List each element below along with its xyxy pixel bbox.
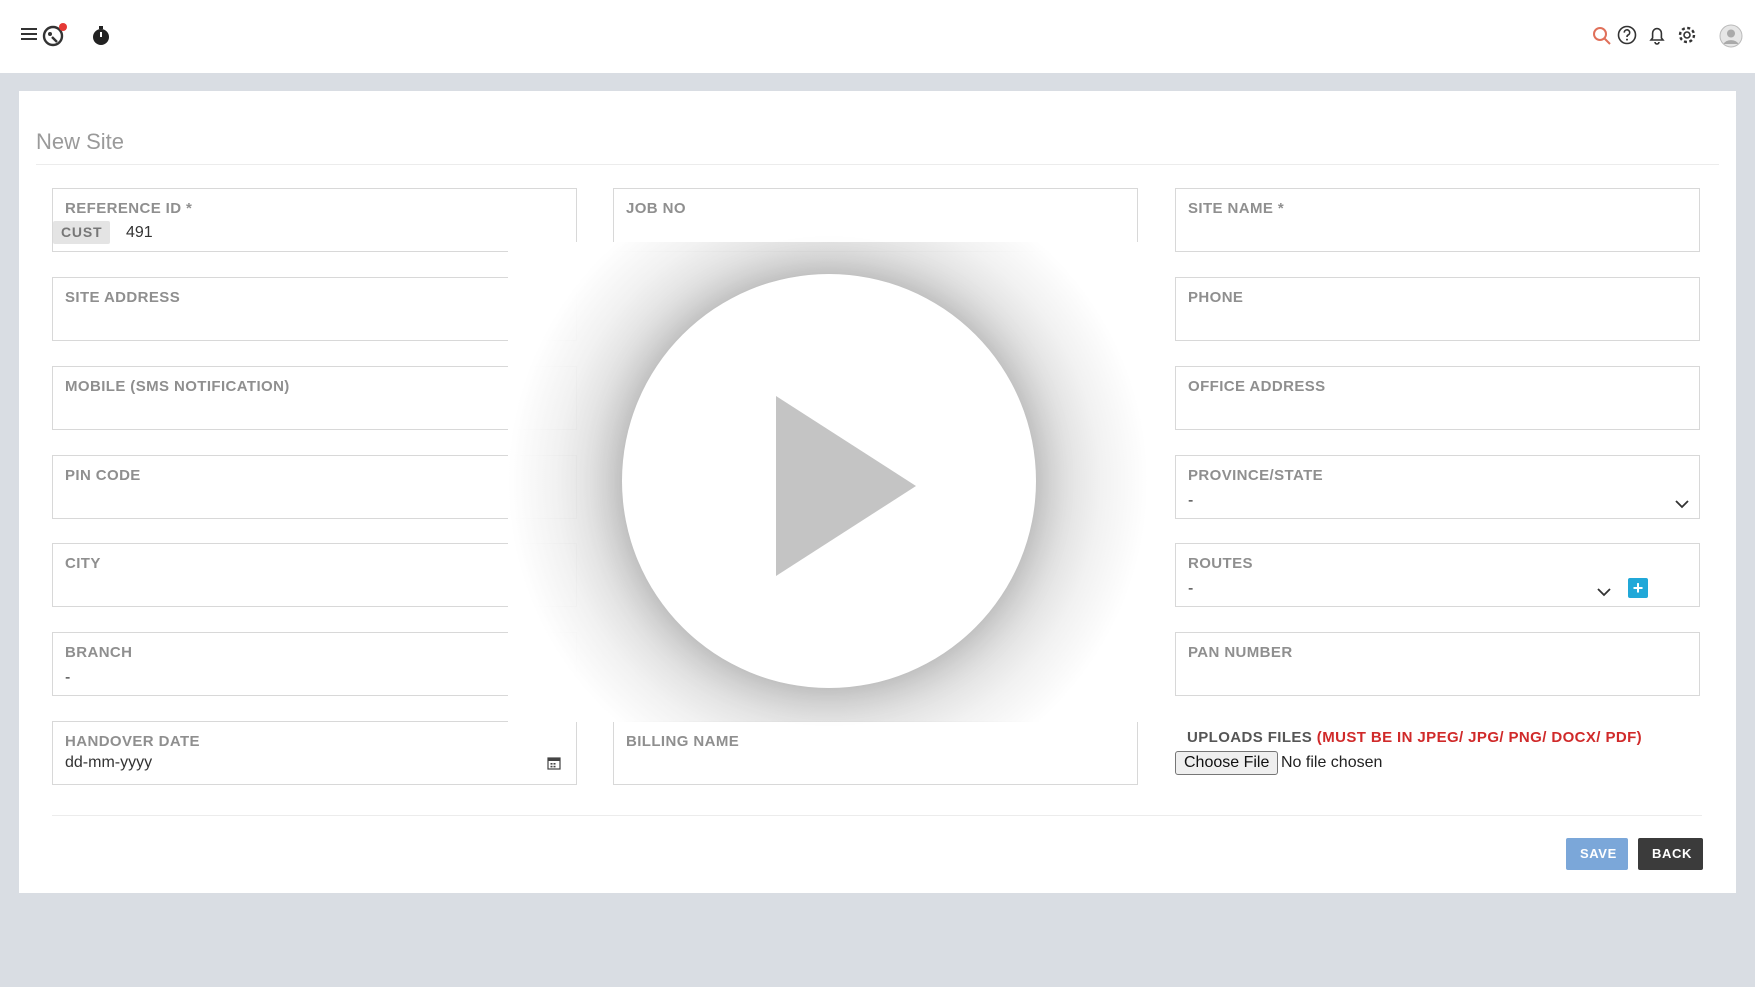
branch-label: BRANCH bbox=[65, 644, 133, 661]
province-state-select[interactable]: PROVINCE/STATE - bbox=[1175, 455, 1700, 519]
save-button[interactable]: SAVE bbox=[1566, 838, 1628, 870]
routes-value[interactable]: - bbox=[1188, 580, 1193, 598]
handover-date-field[interactable]: HANDOVER DATE dd-mm-yyyy bbox=[52, 721, 577, 785]
uploads-warning: (MUST BE IN JPEG/ JPG/ PNG/ DOCX/ PDF) bbox=[1316, 729, 1643, 746]
top-bar bbox=[0, 0, 1755, 73]
uploads-label-text: UPLOADS FILES bbox=[1187, 729, 1313, 746]
logo-icon[interactable] bbox=[41, 22, 67, 48]
phone-label: PHONE bbox=[1188, 289, 1244, 306]
handover-date-label: HANDOVER DATE bbox=[65, 733, 200, 750]
play-icon bbox=[776, 396, 916, 576]
billing-name-label: BILLING NAME bbox=[626, 733, 740, 750]
back-button[interactable]: BACK bbox=[1638, 838, 1703, 870]
site-name-field[interactable]: SITE NAME * bbox=[1175, 188, 1700, 252]
handover-date-placeholder[interactable]: dd-mm-yyyy bbox=[65, 754, 152, 772]
search-icon[interactable] bbox=[1592, 26, 1612, 46]
pin-code-label: PIN CODE bbox=[65, 467, 141, 484]
uploads-label: UPLOADS FILES (MUST BE IN JPEG/ JPG/ PNG… bbox=[1187, 729, 1642, 746]
pan-number-field[interactable]: PAN NUMBER bbox=[1175, 632, 1700, 696]
chevron-down-icon[interactable] bbox=[1596, 584, 1612, 597]
reference-id-label: REFERENCE ID * bbox=[65, 200, 193, 217]
help-icon[interactable] bbox=[1617, 25, 1637, 45]
office-address-field[interactable]: OFFICE ADDRESS bbox=[1175, 366, 1700, 430]
phone-field[interactable]: PHONE bbox=[1175, 277, 1700, 341]
add-route-icon[interactable]: + bbox=[1628, 578, 1648, 598]
pin-code-field[interactable]: PIN CODE bbox=[52, 455, 577, 519]
reference-id-field[interactable]: REFERENCE ID * CUST 491 bbox=[52, 188, 577, 252]
bell-icon[interactable] bbox=[1647, 25, 1667, 45]
office-address-label: OFFICE ADDRESS bbox=[1188, 378, 1326, 395]
province-state-value[interactable]: - bbox=[1188, 492, 1193, 510]
page-title: New Site bbox=[36, 129, 125, 154]
reference-id-prefix: CUST bbox=[53, 221, 111, 244]
play-button[interactable] bbox=[622, 274, 1036, 688]
job-no-label: JOB NO bbox=[626, 200, 686, 217]
routes-select[interactable]: ROUTES - + bbox=[1175, 543, 1700, 607]
pan-number-label: PAN NUMBER bbox=[1188, 644, 1293, 661]
site-name-label: SITE NAME * bbox=[1188, 200, 1285, 217]
gear-icon[interactable] bbox=[1677, 25, 1697, 45]
city-field[interactable]: CITY bbox=[52, 543, 577, 607]
avatar-icon[interactable] bbox=[1719, 24, 1743, 48]
mobile-label: MOBILE (SMS NOTIFICATION) bbox=[65, 378, 290, 395]
billing-name-field[interactable]: BILLING NAME bbox=[613, 721, 1138, 785]
city-label: CITY bbox=[65, 555, 101, 572]
mobile-field[interactable]: MOBILE (SMS NOTIFICATION) bbox=[52, 366, 577, 430]
timer-icon[interactable] bbox=[91, 26, 111, 46]
site-address-label: SITE ADDRESS bbox=[65, 289, 181, 306]
province-state-label: PROVINCE/STATE bbox=[1188, 467, 1324, 484]
file-status: No file chosen bbox=[1281, 754, 1383, 771]
calendar-icon[interactable] bbox=[547, 756, 561, 770]
actions-divider bbox=[52, 815, 1702, 816]
routes-label: ROUTES bbox=[1188, 555, 1253, 572]
menu-icon[interactable] bbox=[21, 26, 37, 42]
title-divider bbox=[36, 164, 1719, 165]
branch-value[interactable]: - bbox=[65, 669, 70, 687]
branch-field[interactable]: BRANCH - bbox=[52, 632, 577, 696]
choose-file-button[interactable]: Choose File bbox=[1175, 751, 1279, 775]
video-overlay[interactable] bbox=[508, 242, 1148, 722]
chevron-down-icon[interactable] bbox=[1674, 496, 1690, 509]
reference-id-value[interactable]: 491 bbox=[126, 224, 153, 242]
site-address-field[interactable]: SITE ADDRESS bbox=[52, 277, 577, 341]
